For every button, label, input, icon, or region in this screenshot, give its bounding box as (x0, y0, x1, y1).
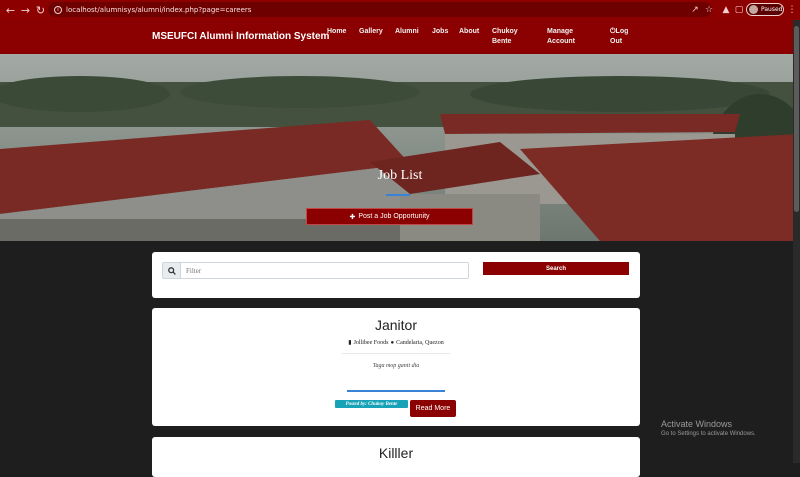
nav-jobs[interactable]: Jobs (432, 27, 448, 37)
job-company: Jollibee Foods (353, 339, 389, 346)
job-meta: ▮ Jollibee Foods ● Candelaria, Quezon (152, 339, 640, 347)
forward-icon[interactable]: → (19, 2, 32, 18)
job-location: Candelaria, Quezon (396, 339, 444, 346)
windows-activation-watermark: Activate Windows Go to Settings to activ… (661, 419, 756, 437)
extensions-icon[interactable]: ▲ (720, 2, 732, 18)
share-icon[interactable]: ↗ (689, 2, 701, 18)
building-icon: ▮ (348, 340, 352, 346)
page-scrollbar[interactable] (793, 20, 800, 463)
watermark-line1: Activate Windows (661, 419, 733, 429)
site-navbar: MSEUFCI Alumni Information System Home G… (0, 20, 800, 54)
post-job-button[interactable]: ✚ Post a Job Opportunity (306, 208, 473, 225)
job-card: Janitor ▮ Jollibee Foods ● Candelaria, Q… (152, 308, 640, 426)
nav-user-profile[interactable]: Chukoy Bente (492, 27, 528, 47)
nav-home[interactable]: Home (327, 27, 346, 37)
divider (342, 353, 450, 354)
nav-alumni[interactable]: Alumni (395, 27, 419, 37)
nav-gallery[interactable]: Gallery (359, 27, 383, 37)
nav-logout[interactable]: ⏻Log Out (610, 27, 636, 47)
side-panel-icon[interactable]: ▢ (733, 2, 745, 18)
search-button[interactable]: Search (483, 262, 629, 275)
posted-by-badge: Posted by: Chukoy Bente (335, 400, 408, 408)
scrollbar-thumb[interactable] (794, 26, 799, 212)
site-brand[interactable]: MSEUFCI Alumni Information System (152, 31, 329, 42)
divider-accent (347, 390, 445, 392)
profile-button[interactable]: Paused (746, 3, 784, 16)
job-description: Taga mop ganit dia (372, 363, 420, 369)
address-bar[interactable]: i localhost/alumnisys/alumni/index.php?p… (48, 2, 712, 17)
watermark-line2: Go to Settings to activate Windows. (661, 431, 756, 437)
bookmark-star-icon[interactable]: ☆ (703, 2, 715, 18)
filter-panel: Search (152, 252, 640, 298)
avatar (749, 5, 758, 14)
job-title: Janitor (374, 317, 418, 333)
filter-group (162, 262, 469, 279)
hero-banner: Job List ✚ Post a Job Opportunity (0, 54, 800, 241)
browser-toolbar: ← → ↻ i localhost/alumnisys/alumni/index… (0, 0, 800, 20)
site-info-icon[interactable]: i (54, 5, 62, 14)
page-title: Job List (377, 168, 423, 183)
plus-icon: ✚ (349, 213, 356, 221)
filter-input[interactable] (181, 263, 468, 278)
nav-manage-account[interactable]: Manage Account (547, 27, 587, 47)
job-title: Killler (378, 445, 414, 461)
title-underline (386, 194, 410, 196)
menu-kebab-icon[interactable]: ⋮ (786, 2, 798, 18)
search-icon (163, 263, 181, 278)
map-marker-icon: ● (390, 339, 395, 346)
nav-about[interactable]: About (459, 27, 479, 37)
back-icon[interactable]: ← (4, 2, 17, 18)
read-more-button[interactable]: Read More (410, 400, 456, 417)
post-job-label: Post a Job Opportunity (358, 213, 430, 220)
job-card: Killler (152, 437, 640, 477)
reload-icon[interactable]: ↻ (34, 2, 47, 18)
profile-status: Paused (761, 6, 783, 13)
url-text: localhost/alumnisys/alumni/index.php?pag… (66, 5, 252, 14)
